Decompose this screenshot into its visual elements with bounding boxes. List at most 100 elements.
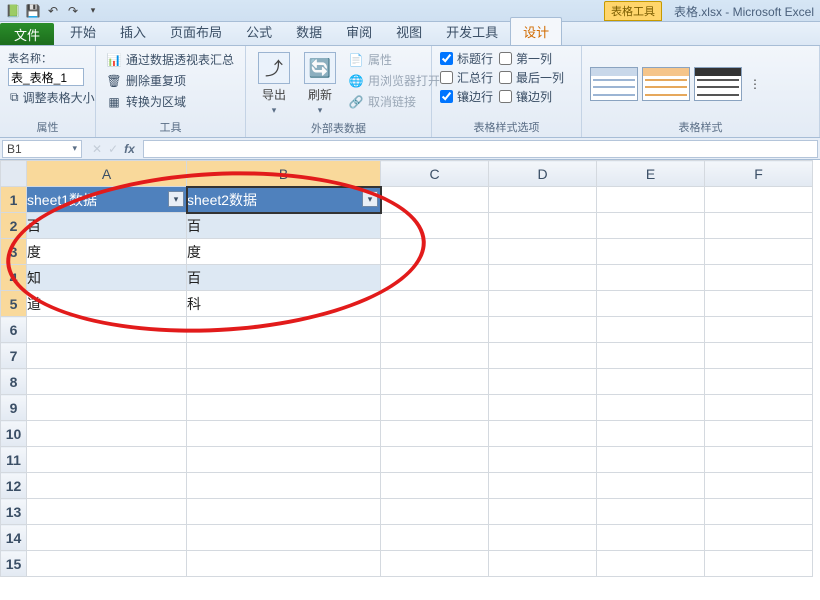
cell[interactable]: [705, 473, 813, 499]
refresh-button[interactable]: 🔄 刷新 ▾: [300, 50, 340, 118]
tab-home[interactable]: 开始: [58, 18, 108, 45]
qat-more-icon[interactable]: ▾: [84, 2, 102, 20]
cell[interactable]: [27, 499, 187, 525]
cell[interactable]: 百: [187, 213, 381, 239]
cell[interactable]: [381, 421, 489, 447]
name-box[interactable]: B1 ▾: [2, 140, 82, 158]
cell[interactable]: [489, 317, 597, 343]
chk-header-row[interactable]: 标题行: [440, 50, 493, 67]
cell[interactable]: [489, 499, 597, 525]
cell[interactable]: [27, 343, 187, 369]
cell[interactable]: [381, 525, 489, 551]
cell[interactable]: [489, 551, 597, 577]
cell[interactable]: [381, 499, 489, 525]
row-header[interactable]: 11: [1, 447, 27, 473]
row-header[interactable]: 8: [1, 369, 27, 395]
cell[interactable]: [489, 343, 597, 369]
cell[interactable]: [597, 369, 705, 395]
cell[interactable]: 道: [27, 291, 187, 317]
cell[interactable]: [489, 421, 597, 447]
cell[interactable]: [705, 395, 813, 421]
row-header[interactable]: 9: [1, 395, 27, 421]
row-header[interactable]: 2: [1, 213, 27, 239]
style-thumb[interactable]: [590, 67, 638, 101]
tab-developer[interactable]: 开发工具: [434, 18, 510, 45]
summarize-pivot-button[interactable]: 📊通过数据透视表汇总: [104, 50, 237, 69]
save-icon[interactable]: 💾: [24, 2, 42, 20]
fx-icon[interactable]: fx: [124, 142, 135, 156]
redo-icon[interactable]: ↷: [64, 2, 82, 20]
cell[interactable]: [187, 317, 381, 343]
unlink-button[interactable]: 🔗取消链接: [346, 92, 442, 111]
cell[interactable]: [381, 343, 489, 369]
row-header[interactable]: 3: [1, 239, 27, 265]
table-header-cell[interactable]: sheet1数据▾: [27, 187, 187, 213]
cell[interactable]: [705, 421, 813, 447]
tab-page-layout[interactable]: 页面布局: [158, 18, 234, 45]
resize-table-button[interactable]: ⧉ 调整表格大小: [8, 88, 87, 107]
col-header-D[interactable]: D: [489, 161, 597, 187]
col-header-E[interactable]: E: [597, 161, 705, 187]
cell[interactable]: [187, 499, 381, 525]
cell[interactable]: [381, 395, 489, 421]
table-properties-button[interactable]: 📄属性: [346, 50, 442, 69]
cell[interactable]: [27, 473, 187, 499]
filter-dropdown-icon[interactable]: ▾: [168, 191, 184, 207]
cell[interactable]: [187, 421, 381, 447]
row-header[interactable]: 6: [1, 317, 27, 343]
cell[interactable]: [489, 187, 597, 213]
filter-dropdown-icon[interactable]: ▾: [362, 191, 378, 207]
chk-last-col[interactable]: 最后一列: [499, 69, 564, 86]
cell[interactable]: [705, 499, 813, 525]
cell[interactable]: [705, 447, 813, 473]
cell[interactable]: [705, 213, 813, 239]
cell[interactable]: [381, 213, 489, 239]
cell[interactable]: 知: [27, 265, 187, 291]
cell[interactable]: [705, 291, 813, 317]
cell[interactable]: [187, 525, 381, 551]
cell[interactable]: [597, 499, 705, 525]
cell[interactable]: [27, 317, 187, 343]
cell[interactable]: [705, 551, 813, 577]
open-in-browser-button[interactable]: 🌐用浏览器打开: [346, 71, 442, 90]
tab-formulas[interactable]: 公式: [234, 18, 284, 45]
cell[interactable]: [597, 525, 705, 551]
tab-review[interactable]: 审阅: [334, 18, 384, 45]
cell[interactable]: [187, 395, 381, 421]
cell[interactable]: [597, 187, 705, 213]
cell[interactable]: [597, 239, 705, 265]
cell[interactable]: [187, 551, 381, 577]
cell[interactable]: [597, 447, 705, 473]
style-thumb[interactable]: ⋮: [746, 67, 764, 101]
row-header[interactable]: 10: [1, 421, 27, 447]
row-header[interactable]: 1: [1, 187, 27, 213]
row-header[interactable]: 14: [1, 525, 27, 551]
cell[interactable]: [597, 473, 705, 499]
cell[interactable]: [27, 421, 187, 447]
cell[interactable]: [187, 369, 381, 395]
cell[interactable]: [187, 343, 381, 369]
cell[interactable]: [381, 473, 489, 499]
cell[interactable]: [381, 291, 489, 317]
chevron-down-icon[interactable]: ▾: [72, 143, 77, 154]
remove-duplicates-button[interactable]: 🗑删除重复项: [104, 71, 237, 90]
cell[interactable]: [705, 265, 813, 291]
convert-range-button[interactable]: ▦转换为区域: [104, 92, 237, 111]
cell[interactable]: 百: [187, 265, 381, 291]
cell[interactable]: [489, 213, 597, 239]
chk-total-row[interactable]: 汇总行: [440, 69, 493, 86]
cell[interactable]: [489, 473, 597, 499]
cell[interactable]: [27, 447, 187, 473]
tab-insert[interactable]: 插入: [108, 18, 158, 45]
cell[interactable]: [381, 447, 489, 473]
cell[interactable]: [489, 447, 597, 473]
chk-banded-row[interactable]: 镶边行: [440, 88, 493, 105]
chk-first-col[interactable]: 第一列: [499, 50, 564, 67]
export-button[interactable]: ⤴ 导出 ▾: [254, 50, 294, 118]
cell[interactable]: 度: [187, 239, 381, 265]
cell[interactable]: [705, 343, 813, 369]
cell[interactable]: [489, 525, 597, 551]
cell[interactable]: 百: [27, 213, 187, 239]
row-header[interactable]: 12: [1, 473, 27, 499]
cell[interactable]: [187, 447, 381, 473]
